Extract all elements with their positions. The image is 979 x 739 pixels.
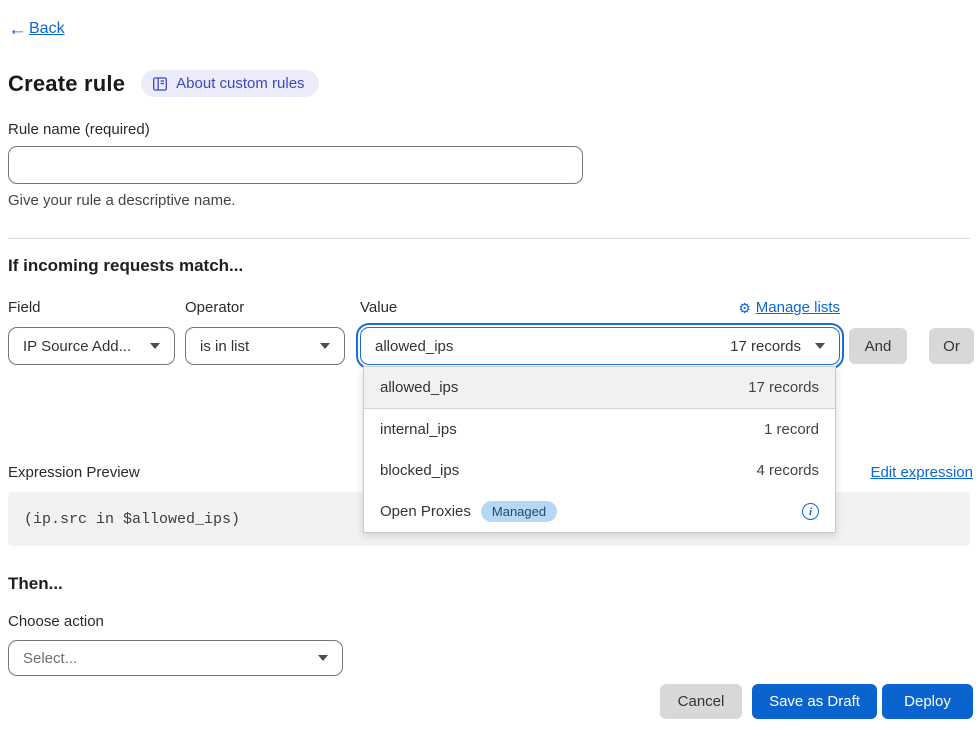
operator-select[interactable]: is in list bbox=[185, 327, 345, 365]
list-item-records: 4 records bbox=[756, 462, 819, 479]
cancel-button[interactable]: Cancel bbox=[660, 684, 742, 719]
list-item-internal-ips[interactable]: internal_ips 1 record bbox=[364, 409, 835, 450]
chevron-down-icon bbox=[815, 343, 825, 349]
page-title: Create rule bbox=[8, 71, 125, 97]
list-item-name: allowed_ips bbox=[380, 379, 458, 396]
list-item-name: internal_ips bbox=[380, 421, 457, 438]
field-select[interactable]: IP Source Add... bbox=[8, 327, 175, 365]
rule-name-input[interactable] bbox=[8, 146, 583, 184]
condition-row: IP Source Add... is in list allowed_ips … bbox=[8, 327, 979, 365]
chevron-down-icon bbox=[150, 343, 160, 349]
match-labels-row: Field Operator Value ⚙ Manage lists bbox=[8, 299, 840, 316]
or-button[interactable]: Or bbox=[929, 328, 974, 364]
manage-lists-label: Manage lists bbox=[756, 299, 840, 316]
edit-expression-link[interactable]: Edit expression bbox=[870, 464, 973, 481]
back-link[interactable]: Back bbox=[29, 20, 65, 38]
list-item-name: Open Proxies bbox=[380, 503, 471, 520]
create-rule-page: ← Back Create rule About custom rules Ru… bbox=[0, 0, 979, 739]
list-item-name: blocked_ips bbox=[380, 462, 459, 479]
list-item-records: 1 record bbox=[764, 421, 819, 438]
section-divider bbox=[8, 238, 970, 239]
back-arrow-icon: ← bbox=[8, 20, 27, 39]
operator-select-value: is in list bbox=[200, 338, 249, 355]
match-section-heading: If incoming requests match... bbox=[8, 256, 979, 276]
field-select-value: IP Source Add... bbox=[23, 338, 131, 355]
value-label: Value bbox=[360, 299, 397, 316]
and-button[interactable]: And bbox=[849, 328, 907, 364]
about-badge-label: About custom rules bbox=[176, 75, 304, 92]
book-icon bbox=[152, 76, 168, 92]
gear-icon: ⚙ bbox=[738, 301, 751, 315]
then-section-heading: Then... bbox=[8, 574, 979, 594]
field-label: Field bbox=[8, 299, 175, 316]
operator-label: Operator bbox=[185, 299, 345, 316]
save-as-draft-button[interactable]: Save as Draft bbox=[752, 684, 877, 719]
expression-preview-label: Expression Preview bbox=[8, 464, 140, 481]
info-icon[interactable]: i bbox=[802, 503, 819, 520]
back-row: ← Back bbox=[8, 18, 979, 40]
deploy-button[interactable]: Deploy bbox=[882, 684, 973, 719]
list-item-open-proxies[interactable]: Open Proxies Managed i bbox=[364, 491, 835, 532]
value-select[interactable]: allowed_ips 17 records bbox=[360, 327, 840, 365]
about-custom-rules-badge[interactable]: About custom rules bbox=[141, 70, 318, 97]
choose-action-label: Choose action bbox=[8, 613, 979, 630]
list-item-allowed-ips[interactable]: allowed_ips 17 records bbox=[364, 367, 835, 409]
chevron-down-icon bbox=[318, 655, 328, 661]
value-select-records: 17 records bbox=[730, 338, 801, 355]
rule-name-label: Rule name (required) bbox=[8, 121, 979, 138]
action-select-placeholder: Select... bbox=[23, 650, 77, 667]
action-select[interactable]: Select... bbox=[8, 640, 343, 676]
value-select-value: allowed_ips bbox=[375, 338, 453, 355]
list-item-records: 17 records bbox=[748, 379, 819, 396]
expression-code: (ip.src in $allowed_ips) bbox=[24, 511, 240, 528]
list-item-blocked-ips[interactable]: blocked_ips 4 records bbox=[364, 450, 835, 491]
chevron-down-icon bbox=[320, 343, 330, 349]
list-dropdown-panel: allowed_ips 17 records internal_ips 1 re… bbox=[363, 366, 836, 533]
rule-name-helper-text: Give your rule a descriptive name. bbox=[8, 192, 979, 209]
title-row: Create rule About custom rules bbox=[8, 70, 979, 97]
manage-lists-link[interactable]: ⚙ Manage lists bbox=[738, 299, 840, 316]
footer-actions: Cancel Save as Draft Deploy bbox=[0, 684, 973, 719]
managed-badge: Managed bbox=[481, 501, 557, 522]
